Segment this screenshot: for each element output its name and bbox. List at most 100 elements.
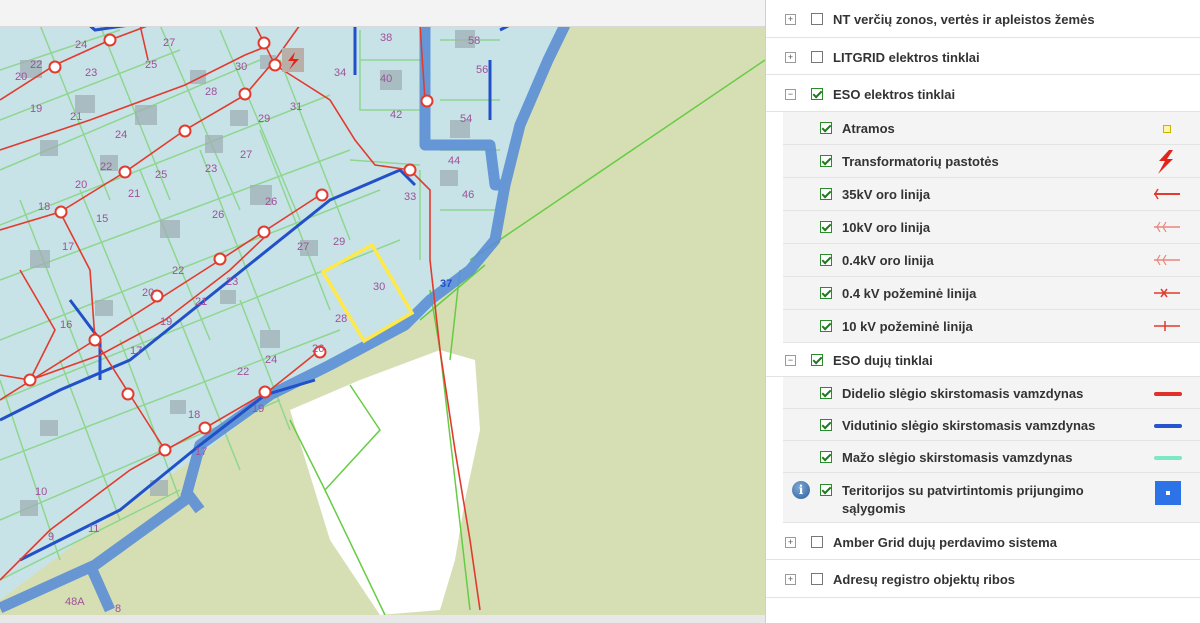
layer-label: 35kV oro linija bbox=[842, 187, 931, 202]
parcel-number-label: 26 bbox=[312, 343, 324, 355]
layer-label: Mažo slėgio skirstomasis vamzdynas bbox=[842, 450, 1073, 465]
map-bottom-scrollbar[interactable] bbox=[0, 615, 765, 623]
layer-label: NT verčių zonos, vertės ir apleistos žem… bbox=[833, 12, 1095, 27]
layer-checkbox[interactable] bbox=[811, 88, 823, 100]
expand-icon[interactable]: + bbox=[785, 574, 796, 585]
parcel-number-label: 30 bbox=[235, 61, 247, 73]
layer-group-address-registry[interactable]: + Adresų registro objektų ribos bbox=[766, 560, 1200, 598]
parcel-number-label: 17 bbox=[130, 345, 142, 357]
layer-checkbox[interactable] bbox=[820, 287, 832, 299]
parcel-number-label: 20 bbox=[75, 179, 87, 191]
parcel-number-label: 26 bbox=[212, 209, 224, 221]
layer-label: 0.4 kV požeminė linija bbox=[842, 286, 977, 301]
parcel-number-label: 23 bbox=[85, 67, 97, 79]
layer-group-eso-electric[interactable]: − ESO elektros tinklai bbox=[766, 75, 1200, 112]
territory-square-icon bbox=[1155, 481, 1181, 505]
layer-item-10kv-underground[interactable]: 10 kV požeminė linija bbox=[783, 310, 1200, 343]
parcel-number-label: 29 bbox=[258, 113, 270, 125]
layer-checkbox[interactable] bbox=[811, 51, 823, 63]
parcel-number-label: 21 bbox=[195, 296, 207, 308]
layer-item-high-pressure[interactable]: Didelio slėgio skirstomasis vamzdynas bbox=[783, 377, 1200, 409]
layer-item-medium-pressure[interactable]: Vidutinio slėgio skirstomasis vamzdynas bbox=[783, 409, 1200, 441]
layer-label: ESO elektros tinklai bbox=[833, 87, 956, 102]
layer-checkbox[interactable] bbox=[820, 451, 832, 463]
layer-item-territories[interactable]: i Teritorijos su patvirtintomis prijungi… bbox=[783, 473, 1200, 523]
parcel-number-label: 20 bbox=[142, 287, 154, 299]
parcel-number-label: 27 bbox=[163, 37, 175, 49]
layer-checkbox[interactable] bbox=[820, 484, 832, 496]
expand-icon[interactable]: + bbox=[785, 537, 796, 548]
layer-checkbox[interactable] bbox=[811, 13, 823, 25]
parcel-number-label: 42 bbox=[390, 109, 402, 121]
parcel-number-label: 23 bbox=[226, 276, 238, 288]
parcel-number-label: 27 bbox=[240, 149, 252, 161]
layer-label: Vidutinio slėgio skirstomasis vamzdynas bbox=[842, 418, 1096, 433]
parcel-number-label: 26 bbox=[265, 196, 277, 208]
layer-checkbox[interactable] bbox=[820, 320, 832, 332]
layer-checkbox[interactable] bbox=[820, 221, 832, 233]
parcel-number-label: 25 bbox=[145, 59, 157, 71]
parcel-number-label: 24 bbox=[265, 354, 277, 366]
parcel-number-label: 46 bbox=[462, 189, 474, 201]
line-04kv-icon bbox=[1154, 254, 1180, 266]
layer-item-10kv[interactable]: 10kV oro linija bbox=[783, 211, 1200, 244]
open-field-area bbox=[290, 350, 480, 615]
map-canvas[interactable]: 222024232725 3028192124312922252720232618… bbox=[0, 0, 765, 623]
layer-checkbox[interactable] bbox=[820, 387, 832, 399]
parcel-number-label: 17 bbox=[195, 446, 207, 458]
layer-item-04kv[interactable]: 0.4kV oro linija bbox=[783, 244, 1200, 277]
parcel-number-label: 58 bbox=[468, 35, 480, 47]
layer-checkbox[interactable] bbox=[811, 536, 823, 548]
parcel-number-label: 22 bbox=[172, 265, 184, 277]
parcel-number-label: 29 bbox=[333, 236, 345, 248]
layer-checkbox[interactable] bbox=[820, 122, 832, 134]
layer-item-transformers[interactable]: Transformatorių pastotės bbox=[783, 145, 1200, 178]
parcel-number-label: 9 bbox=[48, 531, 54, 543]
layer-group-amber-grid[interactable]: + Amber Grid dujų perdavimo sistema bbox=[766, 523, 1200, 560]
info-icon[interactable]: i bbox=[792, 481, 810, 499]
layer-item-atramos[interactable]: Atramos bbox=[783, 112, 1200, 145]
parcel-number-label: 16 bbox=[60, 319, 72, 331]
expand-icon[interactable]: + bbox=[785, 52, 796, 63]
parcel-number-label: 10 bbox=[35, 486, 47, 498]
layer-label: 10 kV požeminė linija bbox=[842, 319, 973, 334]
layer-label: 0.4kV oro linija bbox=[842, 253, 934, 268]
line-10kv-underground-icon bbox=[1154, 321, 1180, 331]
layer-label: Atramos bbox=[842, 121, 895, 136]
parcel-number-label: 17 bbox=[62, 241, 74, 253]
parcel-number-label: 21 bbox=[128, 188, 140, 200]
layer-checkbox[interactable] bbox=[820, 254, 832, 266]
layer-checkbox[interactable] bbox=[820, 155, 832, 167]
parcel-number-label: 33 bbox=[404, 191, 416, 203]
layer-item-35kv[interactable]: 35kV oro linija bbox=[783, 178, 1200, 211]
layer-legend-panel: + NT verčių zonos, vertės ir apleistos ž… bbox=[765, 0, 1200, 623]
line-10kv-icon bbox=[1154, 221, 1180, 233]
parcel-number-label: 18 bbox=[38, 201, 50, 213]
layer-checkbox[interactable] bbox=[811, 573, 823, 585]
parcel-number-label: 44 bbox=[448, 155, 460, 167]
low-pressure-pipe-icon bbox=[1154, 456, 1182, 460]
collapse-icon[interactable]: − bbox=[785, 89, 796, 100]
map-view[interactable]: 22 20 24 23 27 25 30 28 19 21 24 31 29 22 25 27 20 23 26 18… bbox=[0, 0, 765, 623]
layer-group-nt[interactable]: + NT verčių zonos, vertės ir apleistos ž… bbox=[766, 0, 1200, 38]
layer-label-line2: sąlygomis bbox=[842, 501, 906, 516]
parcel-number-label: 31 bbox=[290, 101, 302, 113]
layer-item-low-pressure[interactable]: Mažo slėgio skirstomasis vamzdynas bbox=[783, 441, 1200, 473]
parcel-number-label: 40 bbox=[380, 73, 392, 85]
parcel-number-label: 24 bbox=[115, 129, 127, 141]
layer-item-04kv-underground[interactable]: 0.4 kV požeminė linija bbox=[783, 277, 1200, 310]
expand-icon[interactable]: + bbox=[785, 14, 796, 25]
parcel-number-label: 21 bbox=[70, 111, 82, 123]
layer-checkbox[interactable] bbox=[811, 354, 823, 366]
parcel-number-label: 22 bbox=[100, 161, 112, 173]
parcel-number-label: 18 bbox=[188, 409, 200, 421]
parcel-number-label: 20 bbox=[15, 71, 27, 83]
layer-checkbox[interactable] bbox=[820, 419, 832, 431]
collapse-icon[interactable]: − bbox=[785, 355, 796, 366]
layer-label: Didelio slėgio skirstomasis vamzdynas bbox=[842, 386, 1084, 401]
parcel-number-label: 19 bbox=[30, 103, 42, 115]
layer-group-eso-gas[interactable]: − ESO dujų tinklai bbox=[766, 343, 1200, 377]
layer-checkbox[interactable] bbox=[820, 188, 832, 200]
layer-group-litgrid[interactable]: + LITGRID elektros tinklai bbox=[766, 38, 1200, 75]
parcel-number-label: 15 bbox=[96, 213, 108, 225]
